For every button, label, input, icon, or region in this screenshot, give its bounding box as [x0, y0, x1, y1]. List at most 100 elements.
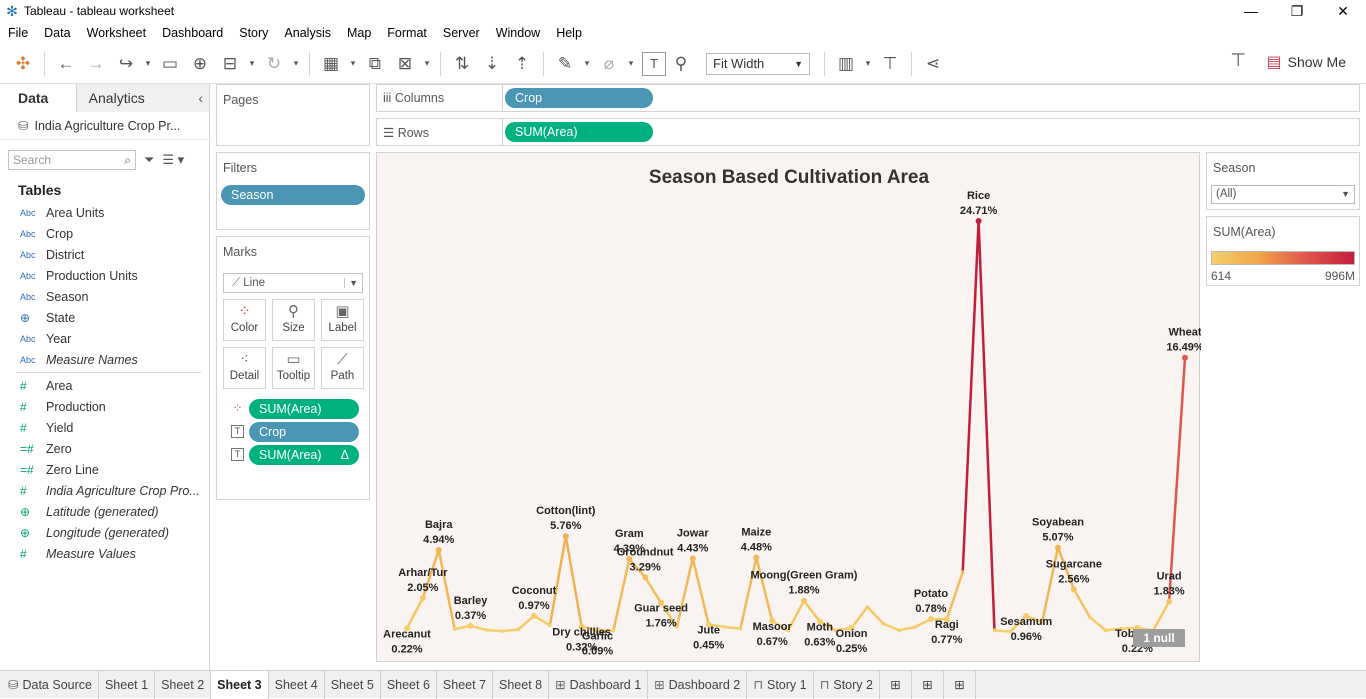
data-point[interactable]: [993, 629, 997, 633]
data-point[interactable]: [420, 595, 426, 601]
collapse-icon[interactable]: ‹: [198, 84, 203, 112]
menu-window[interactable]: Window: [488, 26, 548, 40]
data-point[interactable]: [1104, 629, 1108, 633]
menu-analysis[interactable]: Analysis: [276, 26, 339, 40]
sheet-tab-sheet-8[interactable]: Sheet 8: [493, 671, 549, 699]
mark-type-dropdown[interactable]: ⟋ Line ▼: [223, 273, 363, 293]
field-zero[interactable]: =#Zero: [0, 438, 209, 459]
data-point[interactable]: [801, 598, 807, 604]
data-point[interactable]: [723, 625, 727, 629]
close-icon[interactable]: ✕: [1320, 0, 1366, 22]
chevron-down-icon[interactable]: ▾: [861, 49, 875, 79]
data-point[interactable]: [548, 624, 552, 628]
datasource-item[interactable]: ⛁ India Agriculture Crop Pr...: [0, 112, 209, 140]
sheet-tab-sheet-1[interactable]: Sheet 1: [99, 671, 155, 699]
sheet-tab-sheet-3[interactable]: Sheet 3: [211, 671, 268, 699]
menu-dashboard[interactable]: Dashboard: [154, 26, 231, 40]
marks-pill-label-sum-area[interactable]: SUM(Area) Δ: [249, 445, 359, 465]
data-point[interactable]: [976, 218, 982, 224]
field-season[interactable]: AbcSeason: [0, 286, 209, 307]
sheet-tab-data-source[interactable]: ⛁Data Source: [0, 671, 99, 699]
redo-icon[interactable]: →: [81, 49, 111, 79]
data-point[interactable]: [563, 533, 569, 539]
data-point[interactable]: [913, 625, 917, 629]
filter-pill-season[interactable]: Season: [221, 185, 365, 205]
marks-pill-color-sum-area[interactable]: SUM(Area): [249, 399, 359, 419]
data-point[interactable]: [1071, 586, 1077, 592]
rows-shelf[interactable]: ☰ Rows SUM(Area): [376, 118, 1360, 146]
replay-icon[interactable]: ↪: [111, 49, 141, 79]
menu-map[interactable]: Map: [339, 26, 379, 40]
view-options-icon[interactable]: ☰ ▾: [162, 152, 184, 168]
line-chart[interactable]: Arecanut0.22%Arhar/Tur2.05%Bajra4.94%Bar…: [377, 153, 1201, 663]
data-point[interactable]: [436, 547, 442, 553]
data-point[interactable]: [500, 629, 504, 633]
sheet-tab-story-1[interactable]: ⊓Story 1: [747, 671, 813, 699]
field-india-agriculture-crop-pro[interactable]: #India Agriculture Crop Pro...: [0, 480, 209, 501]
clear-sheet-icon[interactable]: ⊠: [390, 49, 420, 79]
minimize-icon[interactable]: —: [1228, 0, 1274, 22]
field-production-units[interactable]: AbcProduction Units: [0, 265, 209, 286]
sort-descending-icon[interactable]: ⇡: [507, 49, 537, 79]
show-mark-labels-icon[interactable]: T: [642, 52, 666, 76]
tab-analytics[interactable]: Analytics ‹: [77, 84, 209, 112]
columns-pill-crop[interactable]: Crop: [505, 88, 653, 108]
data-point[interactable]: [1182, 355, 1188, 361]
data-point[interactable]: [897, 629, 901, 633]
sheet-tab-dashboard-1[interactable]: ⊞Dashboard 1: [549, 671, 648, 699]
field-area-units[interactable]: AbcArea Units: [0, 202, 209, 223]
new-worksheet-icon[interactable]: ▦: [316, 49, 346, 79]
menu-help[interactable]: Help: [548, 26, 590, 40]
chevron-down-icon[interactable]: ▾: [624, 49, 638, 79]
search-input[interactable]: Search ⌕: [8, 150, 136, 170]
season-filter-dropdown[interactable]: (All) ▼: [1211, 185, 1355, 204]
field-zero-line[interactable]: =#Zero Line: [0, 459, 209, 480]
sheet-tab-sheet-4[interactable]: Sheet 4: [269, 671, 325, 699]
sheet-tab-story-2[interactable]: ⊓Story 2: [814, 671, 880, 699]
menu-file[interactable]: File: [0, 26, 36, 40]
data-point[interactable]: [1088, 615, 1092, 619]
color-button[interactable]: ⁘Color: [223, 299, 266, 341]
menu-server[interactable]: Server: [435, 26, 488, 40]
sheet-tab-dashboard-2[interactable]: ⊞Dashboard 2: [648, 671, 747, 699]
presentation-mode-icon[interactable]: ⊤: [875, 49, 905, 79]
viz-canvas[interactable]: Season Based Cultivation Area Arecanut0.…: [376, 152, 1200, 662]
menu-worksheet[interactable]: Worksheet: [79, 26, 155, 40]
highlight-icon[interactable]: ✎: [550, 49, 580, 79]
data-point[interactable]: [739, 627, 743, 631]
show-cards-icon[interactable]: ▥: [831, 49, 861, 79]
fix-axes-icon[interactable]: ⚲: [666, 49, 696, 79]
format-painter-icon[interactable]: ⊤: [1230, 50, 1246, 71]
fit-dropdown[interactable]: Fit Width ▼: [706, 53, 810, 75]
menu-data[interactable]: Data: [36, 26, 78, 40]
data-point[interactable]: [642, 574, 648, 580]
chevron-down-icon[interactable]: ▾: [141, 49, 155, 79]
tooltip-button[interactable]: ▭Tooltip: [272, 347, 315, 389]
share-icon[interactable]: ⋖: [918, 49, 948, 79]
sheet-tab-sheet-6[interactable]: Sheet 6: [381, 671, 437, 699]
data-point[interactable]: [468, 623, 474, 629]
field-crop[interactable]: AbcCrop: [0, 223, 209, 244]
pages-card[interactable]: Pages: [216, 84, 370, 146]
data-point[interactable]: [1055, 545, 1061, 551]
swap-icon[interactable]: ⇅: [447, 49, 477, 79]
menu-story[interactable]: Story: [231, 26, 276, 40]
field-measure-names[interactable]: AbcMeasure Names: [0, 349, 209, 370]
field-latitude-generated[interactable]: ⊕Latitude (generated): [0, 501, 209, 522]
show-me-button[interactable]: ▤ Show Me: [1267, 52, 1346, 72]
sheet-tab-sheet-7[interactable]: Sheet 7: [437, 671, 493, 699]
label-button[interactable]: ▣Label: [321, 299, 364, 341]
undo-icon[interactable]: ←: [51, 49, 81, 79]
restore-icon[interactable]: ❐: [1274, 0, 1320, 22]
refresh-icon[interactable]: ↻: [259, 49, 289, 79]
field-year[interactable]: AbcYear: [0, 328, 209, 349]
group-members-icon[interactable]: ⌀: [594, 49, 624, 79]
data-point[interactable]: [485, 628, 489, 632]
data-point[interactable]: [928, 616, 934, 622]
field-production[interactable]: #Production: [0, 396, 209, 417]
null-indicator[interactable]: 1 null: [1133, 629, 1185, 647]
data-point[interactable]: [690, 555, 696, 561]
sort-ascending-icon[interactable]: ⇣: [477, 49, 507, 79]
field-yield[interactable]: #Yield: [0, 417, 209, 438]
size-button[interactable]: ⚲Size: [272, 299, 315, 341]
